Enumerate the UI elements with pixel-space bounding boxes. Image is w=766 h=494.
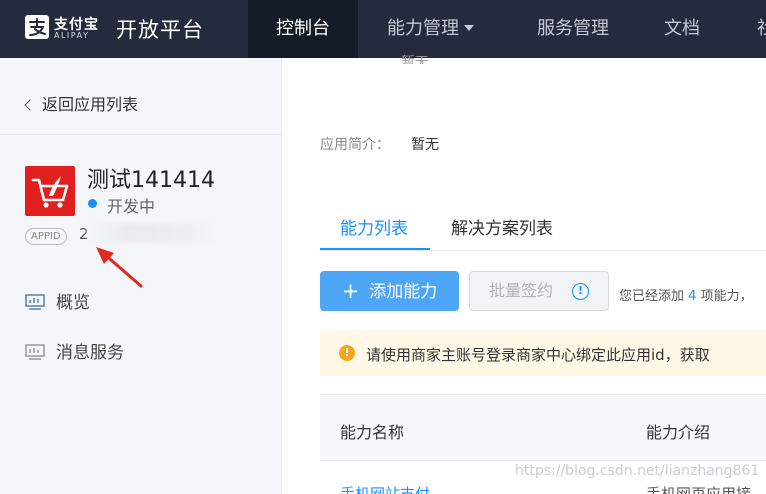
warning-notice: ! 请使用商家主账号登录商家中心绑定此应用id，获取 xyxy=(320,330,766,376)
top-navigation-bar: 支付宝 ALIPAY 开放平台 控制台 能力管理 服务管理 文档 社 xyxy=(0,0,766,58)
sidebar-item-overview[interactable]: 概览 xyxy=(25,288,90,313)
capability-name-link[interactable]: 手机网站支付 xyxy=(340,482,430,494)
warning-icon: ! xyxy=(339,345,355,361)
back-link-label: 返回应用列表 xyxy=(42,95,139,114)
appid-redaction xyxy=(87,223,220,243)
main-content: 暂无 应用简介： 暂无 能力列表 解决方案列表 + 添加能力 批量签约 ! 您已经… xyxy=(283,55,766,494)
tab-solution-list[interactable]: 解决方案列表 xyxy=(451,214,553,239)
appid-badge: APPID xyxy=(25,228,67,245)
added-note-suffix: 项能力， xyxy=(700,289,753,304)
add-capability-label: 添加能力 xyxy=(369,282,438,302)
added-capability-note: 您已经添加 4 项能力， xyxy=(619,285,753,304)
tab-capability-list[interactable]: 能力列表 xyxy=(340,214,408,239)
table-header: 能力名称 能力介绍 xyxy=(320,394,766,461)
back-to-app-list-link[interactable]: 返回应用列表 xyxy=(24,91,139,115)
nav-service-management[interactable]: 服务管理 xyxy=(537,0,609,58)
sidebar: 返回应用列表 测试141414 开发中 APPID 2 概览 消息服务 xyxy=(0,58,282,494)
sidebar-item-message-service[interactable]: 消息服务 xyxy=(25,338,124,363)
watermark-text: https://blog.csdn.net/lianzhang861 xyxy=(515,463,760,479)
nav-service-label: 服务管理 xyxy=(537,18,609,39)
app-status: 开发中 xyxy=(107,197,156,216)
info-icon: ! xyxy=(572,283,589,300)
sidebar-divider xyxy=(0,134,282,135)
nav-docs-label: 文档 xyxy=(664,18,700,39)
status-dot-icon xyxy=(88,199,97,208)
dashboard-icon xyxy=(25,294,45,310)
platform-title[interactable]: 开放平台 xyxy=(116,14,204,44)
capability-intro: 手机网页应用接 xyxy=(646,485,752,494)
nav-console-label: 控制台 xyxy=(276,18,330,39)
active-tab-indicator xyxy=(320,248,430,250)
app-name: 测试141414 xyxy=(87,168,215,193)
add-capability-button[interactable]: + 添加能力 xyxy=(320,271,459,311)
cut-off-info-row: 暂无 xyxy=(320,52,429,64)
description-label: 应用简介： xyxy=(320,137,390,153)
plus-icon: + xyxy=(341,279,360,303)
alipay-logo-icon[interactable] xyxy=(25,15,49,39)
added-note-prefix: 您已经添加 xyxy=(619,289,685,304)
column-header-name: 能力名称 xyxy=(340,423,405,442)
annotation-arrow-icon xyxy=(96,247,143,288)
tab-divider xyxy=(320,250,766,251)
nav-community-label: 社 xyxy=(757,18,766,39)
nav-console[interactable]: 控制台 xyxy=(248,0,358,58)
notice-text: 请使用商家主账号登录商家中心绑定此应用id，获取 xyxy=(366,346,710,364)
logo-subtext: ALIPAY xyxy=(54,31,90,40)
nav-capability-management[interactable]: 能力管理 xyxy=(387,0,474,58)
nav-capability-label: 能力管理 xyxy=(387,18,459,39)
monitor-icon xyxy=(25,344,45,360)
chevron-left-icon xyxy=(24,99,36,111)
batch-sign-label: 批量签约 xyxy=(489,281,554,300)
nav-docs[interactable]: 文档 xyxy=(664,0,700,58)
sidebar-item-message-label: 消息服务 xyxy=(56,343,124,363)
cut-off-value: 暂无 xyxy=(401,55,429,64)
column-header-intro: 能力介绍 xyxy=(646,423,711,442)
description-value: 暂无 xyxy=(411,137,439,153)
sidebar-item-overview-label: 概览 xyxy=(56,293,90,313)
added-count: 4 xyxy=(688,289,697,304)
batch-sign-button[interactable]: 批量签约 ! xyxy=(469,271,609,311)
nav-community[interactable]: 社 xyxy=(757,0,766,58)
shopping-cart-app-icon xyxy=(25,166,75,216)
caret-down-icon xyxy=(464,24,474,31)
